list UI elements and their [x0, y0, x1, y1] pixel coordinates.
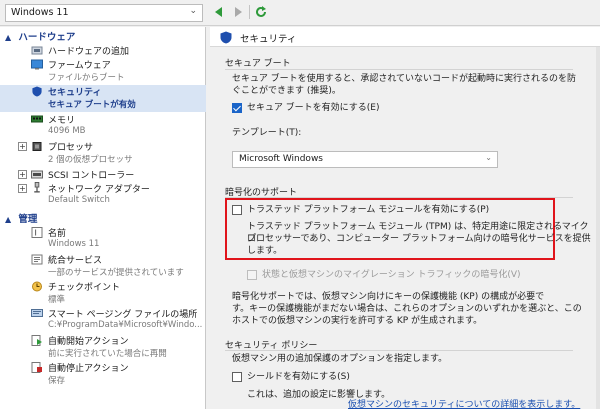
pane-header: セキュリティ [210, 27, 600, 47]
tpm-checkbox-label[interactable]: トラステッド プラットフォーム モジュールを有効にする(P) [247, 204, 489, 216]
kp-description-line2: す。キーの保護機能がまだない場合は、これらのオプションのいずれかを選ぶと、この [232, 304, 582, 314]
tree-item-label: 統合サービス [48, 256, 103, 266]
chevron-down-icon: ⌄ [189, 6, 197, 16]
scsi-controller-icon [31, 170, 43, 179]
add-hardware-icon [31, 46, 43, 55]
migration-encryption-checkbox[interactable] [247, 270, 257, 280]
tree-item-sublabel: C:¥ProgramData¥Microsoft¥Windo... [48, 320, 203, 330]
auto-start-icon [31, 335, 42, 346]
shield-icon [32, 86, 42, 97]
tree-item-label: 名前 [48, 229, 67, 239]
tree-item-sublabel: 標準 [48, 295, 66, 305]
tree-item-auto-start-action[interactable]: 自動開始アクション 前に実行されていた場合に再開 [0, 334, 206, 361]
vm-selector[interactable]: Windows 11 ⌄ [5, 4, 203, 22]
shielding-checkbox[interactable] [232, 372, 242, 382]
secure-boot-group-title: セキュア ブート [225, 59, 291, 69]
network-adapter-icon [34, 182, 40, 193]
tree-item-sublabel: 一部のサービスが提供されています [48, 268, 184, 278]
pane-content: セキュア ブート セキュア ブートを使用すると、承認されていないコードが起動時に… [210, 47, 596, 409]
tree-item-checkpoints[interactable]: チェックポイント 標準 [0, 280, 206, 307]
collapse-icon: ▲ [5, 215, 12, 224]
management-header-label: 管理 [18, 214, 38, 225]
tree-item-label: 自動停止アクション [48, 364, 129, 374]
tree-item-name[interactable]: I 名前 Windows 11 [0, 226, 206, 253]
tree-item-auto-stop-action[interactable]: 自動停止アクション 保存 [0, 361, 206, 388]
tree-item-label: セキュリティ [48, 88, 102, 98]
tree-item-security[interactable]: セキュリティ セキュア ブートが有効 [0, 85, 206, 112]
pane-title: セキュリティ [240, 34, 297, 45]
tree-item-sublabel: 保存 [48, 376, 66, 386]
toolbar-separator [249, 5, 250, 19]
tree-item-label: 自動開始アクション [48, 337, 129, 347]
tree-item-integration-services[interactable]: 統合サービス 一部のサービスが提供されています [0, 253, 206, 280]
integration-services-icon [31, 254, 43, 265]
shield-icon [220, 31, 232, 44]
kp-description-line1: 暗号化サポートでは、仮想マシン向けにキーの保護機能 (KP) の構成が必要で [232, 292, 545, 302]
group-divider [225, 69, 573, 70]
tree-item-label: ハードウェアの追加 [48, 47, 130, 57]
group-divider [225, 350, 573, 351]
security-settings-pane: セキュリティ セキュア ブート セキュア ブートを使用すると、承認されていないコ… [210, 27, 600, 409]
migration-encryption-checkbox-label[interactable]: 状態と仮想マシンのマイグレーション トラフィックの暗号化(V) [262, 269, 521, 281]
tpm-description-line3: します。 [247, 246, 283, 256]
memory-icon [31, 115, 43, 123]
secure-boot-description-line1: セキュア ブートを使用すると、承認されていないコードが起動時に実行されるのを防 [232, 74, 577, 84]
firmware-icon [31, 59, 43, 70]
tree-item-network-adapter[interactable]: + ネットワーク アダプター Default Switch [0, 182, 206, 209]
tree-item-label: スマート ページング ファイルの場所 [48, 310, 198, 320]
hardware-section-header[interactable]: ▲ ハードウェア [0, 29, 206, 43]
name-icon: I [31, 227, 43, 238]
auto-stop-icon [31, 362, 42, 373]
tree-item-processor[interactable]: + プロセッサ 2 個の仮想プロセッサ [0, 140, 206, 167]
chevron-down-icon: ⌄ [485, 153, 492, 162]
tree-item-label: メモリ [48, 116, 76, 126]
tree-item-label: ネットワーク アダプター [48, 185, 150, 195]
hardware-header-label: ハードウェア [18, 32, 76, 43]
expand-icon[interactable]: + [18, 184, 27, 193]
secure-boot-checkbox[interactable] [232, 103, 242, 113]
tree-item-sublabel: 2 個の仮想プロセッサ [48, 155, 133, 165]
expand-icon[interactable]: + [18, 142, 27, 151]
tree-item-sublabel: Default Switch [48, 195, 110, 205]
tree-item-memory[interactable]: メモリ 4096 MB [0, 113, 206, 140]
settings-tree: ▲ ハードウェア ハードウェアの追加 ファームウェア ファイルからブート セキュ… [0, 27, 206, 409]
tree-item-label: チェックポイント [48, 283, 121, 293]
template-label: テンプレート(T): [232, 128, 302, 138]
tree-item-sublabel: 前に実行されていた場合に再開 [48, 349, 167, 359]
security-policy-description: 仮想マシン用の追加保護のオプションを指定します。 [232, 354, 448, 364]
tree-item-sublabel: ファイルからブート [48, 73, 125, 83]
tree-item-label: ファームウェア [48, 61, 111, 71]
tree-item-scsi-controller[interactable]: + SCSI コントローラー [0, 168, 206, 182]
processor-icon [32, 142, 42, 151]
tree-item-label: プロセッサ [48, 143, 94, 153]
collapse-icon: ▲ [5, 33, 12, 42]
tree-item-add-hardware[interactable]: ハードウェアの追加 [0, 44, 206, 58]
tpm-checkbox[interactable] [232, 205, 242, 215]
tree-item-firmware[interactable]: ファームウェア ファイルからブート [0, 58, 206, 85]
security-learn-more-link[interactable]: 仮想マシンのセキュリティについての詳細を表示します。 [348, 397, 580, 409]
shielding-checkbox-label[interactable]: シールドを有効にする(S) [247, 371, 350, 383]
template-dropdown[interactable]: Microsoft Windows ⌄ [232, 151, 498, 168]
kp-description-line3: ホストでの仮想マシンの実行を許可する KP が生成されます。 [232, 316, 483, 326]
tree-item-label: SCSI コントローラー [48, 171, 135, 181]
secure-boot-description-line2: ぐことができます (推奨)。 [232, 86, 341, 96]
back-arrow-icon[interactable] [212, 5, 226, 19]
tpm-description-line2: プロセッサーであり、コンピューター プラットフォーム向けの暗号化サービスを提供 [247, 234, 591, 244]
template-dropdown-value: Microsoft Windows [239, 154, 323, 164]
vm-selector-value: Windows 11 [11, 7, 69, 18]
smart-paging-icon [31, 309, 43, 317]
toolbar: Windows 11 ⌄ [0, 0, 600, 26]
svg-text:I: I [35, 229, 37, 238]
management-section-header[interactable]: ▲ 管理 [0, 211, 206, 225]
tree-item-sublabel: Windows 11 [48, 239, 100, 249]
secure-boot-checkbox-label[interactable]: セキュア ブートを有効にする(E) [247, 102, 379, 114]
checkpoint-icon [32, 281, 42, 292]
forward-arrow-icon[interactable] [231, 5, 245, 19]
vertical-scrollbar[interactable] [596, 47, 600, 409]
tree-item-sublabel: 4096 MB [48, 126, 86, 136]
tree-item-sublabel: セキュア ブートが有効 [48, 100, 136, 110]
expand-icon[interactable]: + [18, 170, 27, 179]
tree-item-smart-paging[interactable]: スマート ページング ファイルの場所 C:¥ProgramData¥Micros… [0, 307, 206, 334]
refresh-icon[interactable] [254, 5, 268, 19]
